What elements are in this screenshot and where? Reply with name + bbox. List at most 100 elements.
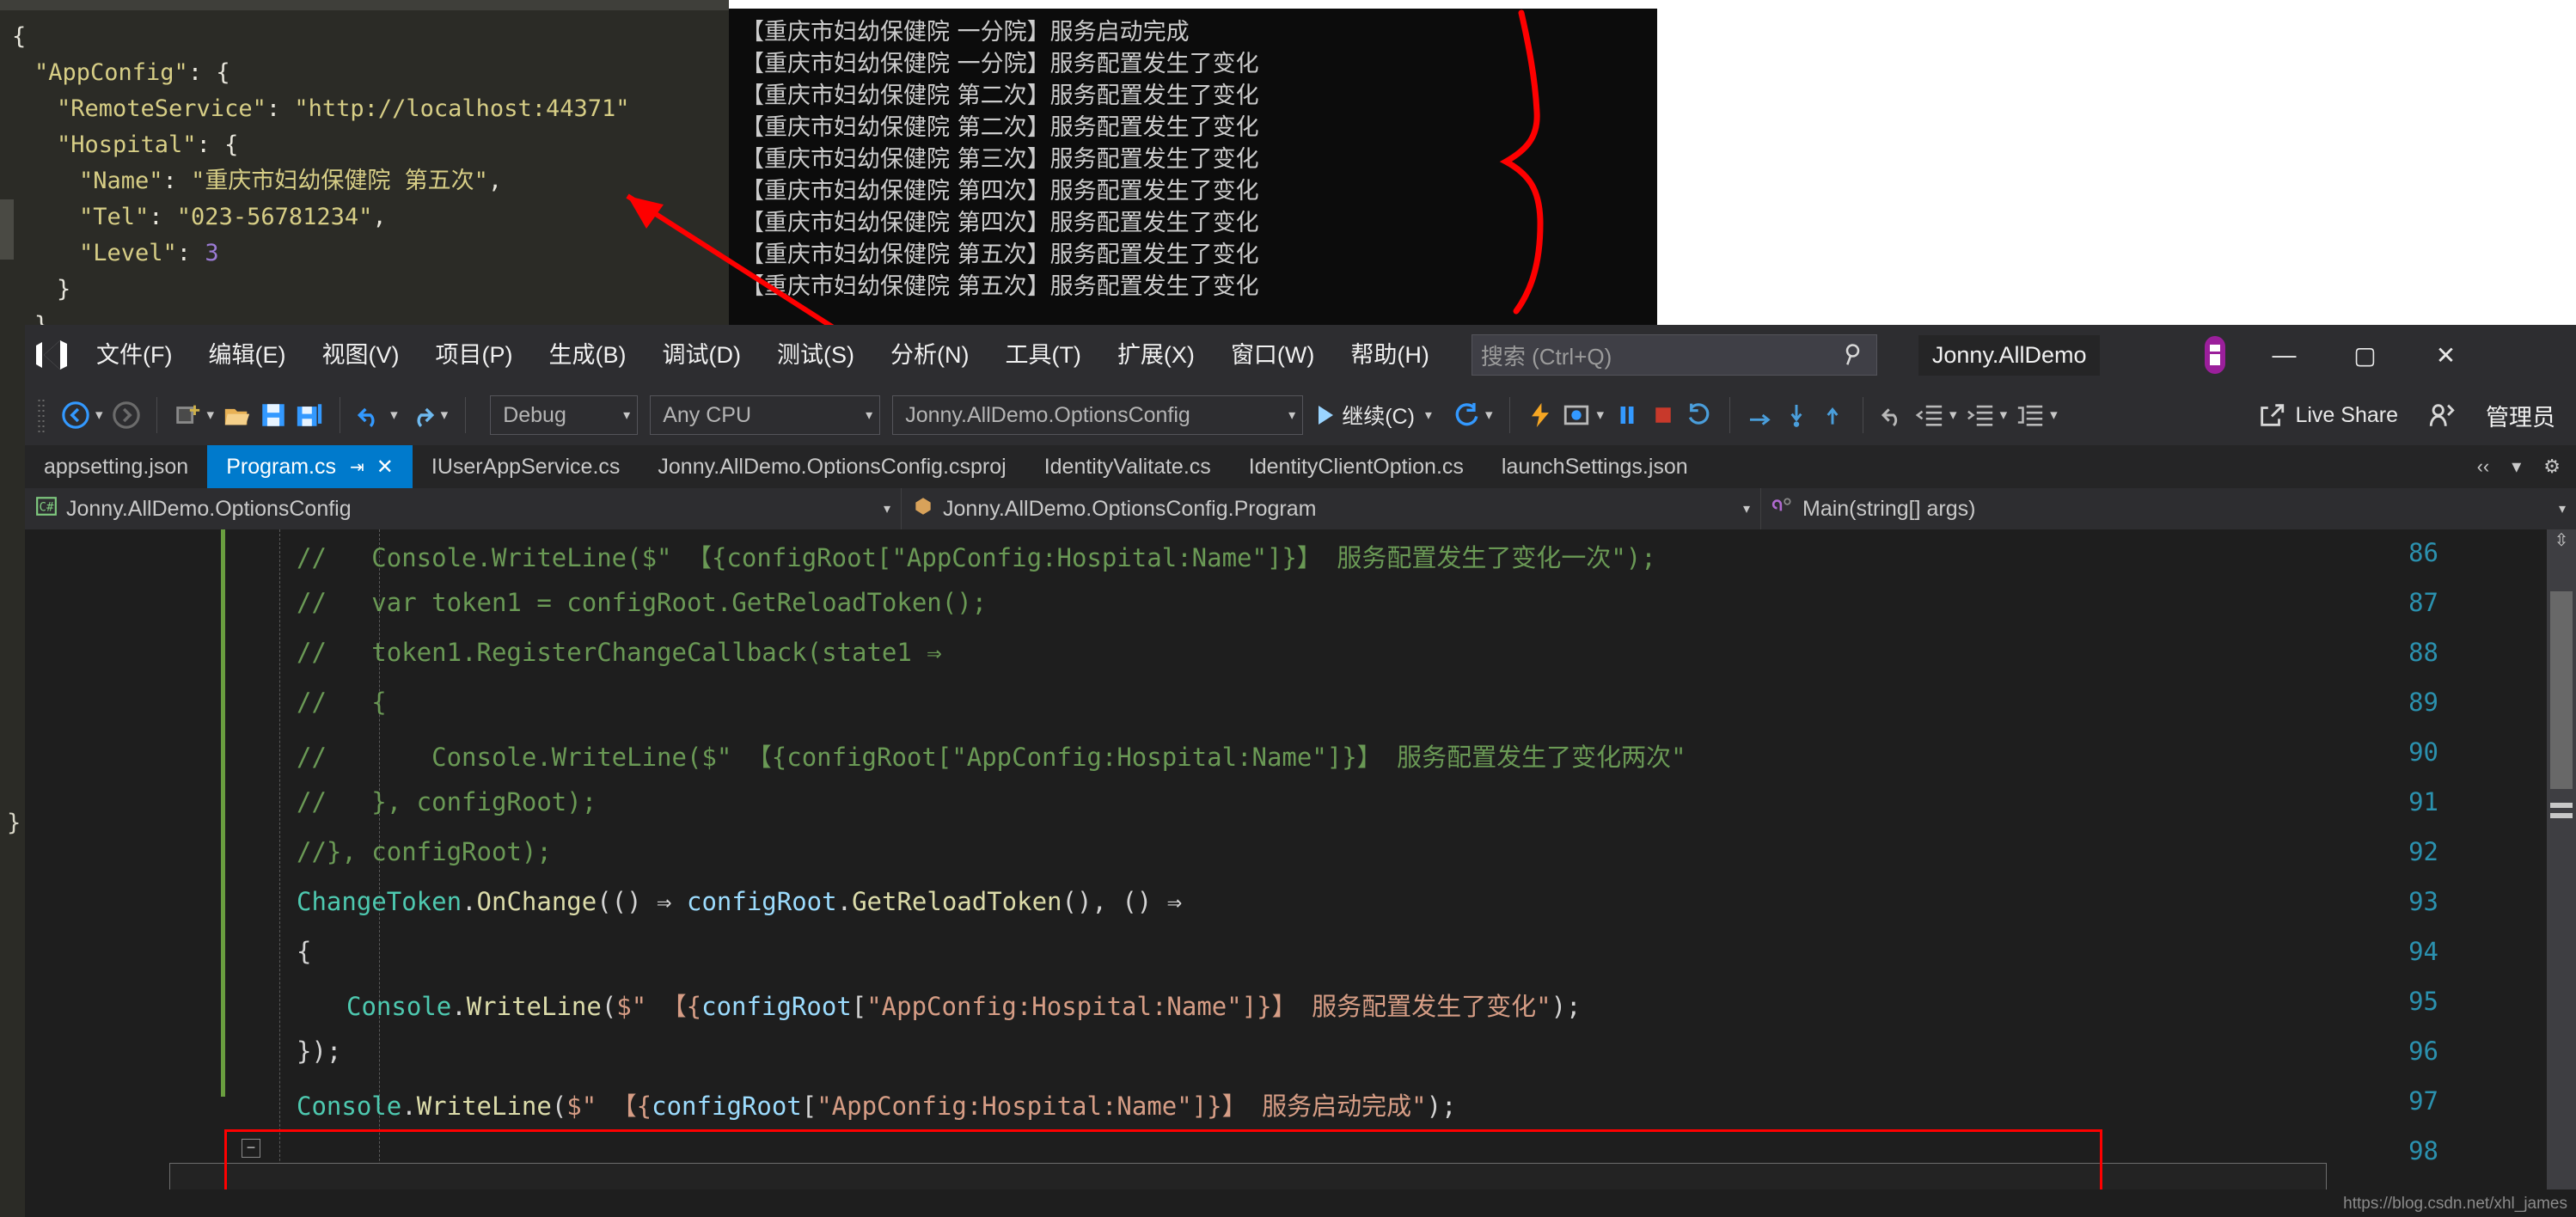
code-editor[interactable]: 86 87 88 89 90 91 92 93 94 95 96 97 98 − // Console.… [25,529,2576,1217]
json-line: "Level": 3 [12,235,729,272]
document-tab-iuserappservice-cs[interactable]: IUserAppService.cs [413,445,639,488]
menu-item-debug[interactable]: 调试(D) [644,325,758,385]
comment-icon[interactable] [2012,397,2048,433]
document-tab-identityvalitate-cs[interactable]: IdentityValitate.cs [1025,445,1230,488]
code-line[interactable]: // Console.WriteLine($" 【{configRoot["Ap… [297,737,1686,774]
stop-icon[interactable] [1645,397,1681,433]
configuration-dropdown[interactable]: Debug ▾ [490,395,639,435]
open-file-icon[interactable] [219,397,255,433]
menu-item-test[interactable]: 测试(S) [759,325,872,385]
document-tab-identityclientoption-cs[interactable]: IdentityClientOption.cs [1230,445,1483,488]
indent-dropdown-icon[interactable]: ▾ [1949,407,1957,424]
live-share-button[interactable]: Live Share [2257,401,2398,430]
json-token: : [176,240,205,266]
screenshot-icon[interactable] [1558,397,1594,433]
document-tab-jonny-alldemo-optionsconfig-csproj[interactable]: Jonny.AllDemo.OptionsConfig.csproj [639,445,1025,488]
platform-dropdown[interactable]: Any CPU ▾ [650,395,881,435]
scroll-split-icon[interactable]: ⇳ [2547,529,2576,564]
search-input[interactable]: 搜索 (Ctrl+Q) [1471,334,1877,376]
new-project-icon[interactable] [169,397,205,433]
minimize-button[interactable]: — [2267,341,2301,369]
undo-icon[interactable] [352,397,389,433]
close-button[interactable]: ✕ [2428,341,2463,370]
chevron-down-icon[interactable]: ▾ [860,500,890,517]
new-project-dropdown-icon[interactable]: ▾ [207,407,215,424]
restart-debug-icon[interactable] [1681,397,1717,433]
code-line[interactable]: }); [297,1037,341,1066]
undo-dropdown-icon[interactable]: ▾ [390,407,398,424]
decrease-indent-icon[interactable] [1912,397,1948,433]
menu-item-window[interactable]: 窗口(W) [1213,325,1332,385]
restart-dropdown-icon[interactable]: ▾ [1485,407,1493,424]
save-icon[interactable] [255,397,291,433]
comment-dropdown-icon[interactable]: ▾ [2050,407,2058,424]
menu-item-project[interactable]: 项目(P) [417,325,530,385]
code-text[interactable]: // Console.WriteLine($" 【{configRoot["Ap… [229,529,2576,1217]
chevron-down-icon[interactable]: ▾ [2535,500,2566,517]
code-line[interactable]: Console.WriteLine($" 【{configRoot["AppCo… [297,1086,1456,1122]
undo-2-icon[interactable] [1875,397,1912,433]
chevron-down-icon[interactable]: ▾ [1719,500,1750,517]
redo-dropdown-icon[interactable]: ▾ [441,407,449,424]
code-line[interactable]: { [297,937,311,966]
menu-item-build[interactable]: 生成(B) [530,325,644,385]
toolbar-drag-handle[interactable] [37,398,46,432]
menu-item-analyze[interactable]: 分析(N) [872,325,987,385]
increase-indent-icon[interactable] [1962,397,1998,433]
json-token: : { [187,59,230,86]
restart-icon[interactable] [1447,397,1484,433]
startup-project-dropdown[interactable]: Jonny.AllDemo.OptionsConfig ▾ [892,395,1304,435]
hot-reload-icon[interactable] [1522,397,1558,433]
tab-list-dropdown-icon[interactable]: ▾ [2512,456,2521,478]
code-line[interactable]: // token1.RegisterChangeCallback(state1 … [297,638,942,667]
navigate-backward-icon[interactable] [58,397,94,433]
code-line[interactable]: // { [297,688,387,717]
continue-button[interactable]: 继续(C) ▾ [1319,400,1432,431]
console-line: 【重庆市妇幼保健院 第三次】服务配置发生了变化 [741,146,1259,173]
feedback-icon[interactable] [2424,397,2460,433]
pause-icon[interactable] [1609,397,1645,433]
step-over-icon[interactable] [1742,397,1778,433]
menu-item-extensions[interactable]: 扩展(X) [1099,325,1213,385]
code-line[interactable]: // Console.WriteLine($" 【{configRoot["Ap… [297,538,1656,574]
menu-item-edit[interactable]: 编辑(E) [190,325,303,385]
step-out-icon[interactable] [1814,397,1851,433]
document-tab-program-cs[interactable]: Program.cs ⇥ ✕ [207,445,413,488]
editor-scrollbar-thumb[interactable] [2550,591,2573,789]
json-panel-scrollbar-thumb[interactable] [0,199,14,260]
code-line[interactable]: // var token1 = configRoot.GetReloadToke… [297,588,987,617]
document-tab-appsetting-json[interactable]: appsetting.json [25,445,207,488]
breadcrumb-project[interactable]: C# Jonny.AllDemo.OptionsConfig ▾ [25,488,902,529]
console-line: 【重庆市妇幼保健院 第二次】服务配置发生了变化 [741,83,1259,109]
code-line[interactable]: Console.WriteLine($" 【{configRoot["AppCo… [346,987,1581,1023]
json-token: "023-56781234" [176,204,373,230]
breadcrumb-class[interactable]: Jonny.AllDemo.OptionsConfig.Program ▾ [902,488,1761,529]
code-line[interactable]: // }, configRoot); [297,787,597,816]
breadcrumb-method[interactable]: Main(string[] args) ▾ [1761,488,2576,529]
screenshot-dropdown-icon[interactable]: ▾ [1596,407,1604,424]
navigate-forward-icon[interactable] [108,397,144,433]
code-token: // Console.WriteLine($" 【{configRoot["Ap… [297,543,1656,572]
menu-item-view[interactable]: 视图(V) [303,325,417,385]
navigate-backward-dropdown-icon[interactable]: ▾ [95,407,103,424]
close-tab-icon[interactable]: ✕ [376,455,394,480]
menu-item-help[interactable]: 帮助(H) [1332,325,1447,385]
pin-tab-icon[interactable]: ⇥ [350,456,364,478]
maximize-button[interactable]: ▢ [2347,341,2382,370]
tab-settings-icon[interactable]: ⚙ [2543,456,2561,478]
step-into-icon[interactable] [1778,397,1814,433]
save-all-icon[interactable] [291,397,327,433]
menu-item-file[interactable]: 文件(F) [78,325,190,385]
change-indicator-bar [221,529,225,633]
code-line[interactable]: //}, configRoot); [297,837,552,866]
tab-scroll-icon[interactable]: ‹‹ [2477,456,2490,478]
menu-item-tools[interactable]: 工具(T) [987,325,1098,385]
editor-scrollbar[interactable]: ⇳ [2547,529,2576,1217]
document-tab-launchsettings-json[interactable]: launchSettings.json [1483,445,1707,488]
indent2-dropdown-icon[interactable]: ▾ [2000,407,2008,424]
console-window[interactable]: 【重庆市妇幼保健院 一分院】服务启动完成 【重庆市妇幼保健院 一分院】服务配置发生… [729,0,1657,325]
appsettings-json-panel[interactable]: {"AppConfig": {"RemoteService": "http://… [0,0,729,325]
json-code-content[interactable]: {"AppConfig": {"RemoteService": "http://… [0,10,729,325]
code-line[interactable]: ChangeToken.OnChange(() ⇒ configRoot.Get… [297,887,1182,916]
redo-icon[interactable] [403,397,439,433]
